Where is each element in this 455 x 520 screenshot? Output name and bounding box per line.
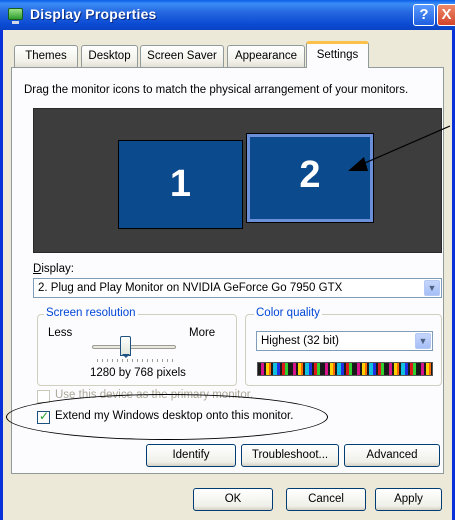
display-value: 2. Plug and Play Monitor on NVIDIA GeFor… [38, 282, 343, 294]
color-quality-value: Highest (32 bit) [261, 335, 339, 347]
title-bar[interactable]: Display Properties ? X [0, 0, 455, 30]
chevron-down-icon[interactable]: ▼ [424, 280, 440, 296]
display-label: Display: [33, 263, 74, 275]
annotation-arrow [348, 125, 451, 171]
close-button[interactable]: X [437, 4, 455, 26]
resolution-slider-thumb[interactable] [119, 336, 131, 358]
troubleshoot-button[interactable]: Troubleshoot... [241, 444, 339, 467]
cancel-button[interactable]: Cancel [286, 488, 366, 511]
resolution-more-label: More [189, 327, 216, 339]
tab-settings[interactable]: Settings [306, 41, 369, 68]
display-label-rest: isplay: [41, 263, 74, 275]
resolution-value: 1280 by 768 pixels [90, 367, 186, 379]
ok-button[interactable]: OK [193, 488, 273, 511]
color-quality-title: Color quality [254, 307, 322, 319]
apply-button[interactable]: Apply [375, 488, 442, 511]
screen-resolution-title: Screen resolution [44, 307, 138, 319]
tab-appearance[interactable]: Appearance [227, 45, 305, 67]
tab-desktop[interactable]: Desktop [81, 45, 138, 67]
tab-screen-saver[interactable]: Screen Saver [140, 45, 224, 67]
color-spectrum-bar [257, 362, 433, 376]
monitor-1[interactable]: 1 [118, 140, 243, 229]
advanced-button[interactable]: Advanced [344, 444, 440, 467]
tab-themes[interactable]: Themes [14, 45, 78, 67]
resolution-slider-track[interactable] [92, 345, 176, 349]
display-dropdown[interactable]: 2. Plug and Play Monitor on NVIDIA GeFor… [33, 278, 442, 298]
resolution-slider-ticks [97, 359, 177, 362]
window-title: Display Properties [30, 6, 157, 22]
color-quality-dropdown[interactable]: Highest (32 bit) ▼ [256, 331, 433, 351]
annotation-ellipse [6, 394, 328, 440]
resolution-less-label: Less [48, 327, 73, 339]
chevron-down-icon[interactable]: ▼ [415, 333, 431, 349]
identify-button[interactable]: Identify [146, 444, 236, 467]
help-button[interactable]: ? [413, 4, 435, 26]
instructions-text: Drag the monitor icons to match the phys… [24, 84, 409, 96]
display-icon [8, 8, 23, 24]
